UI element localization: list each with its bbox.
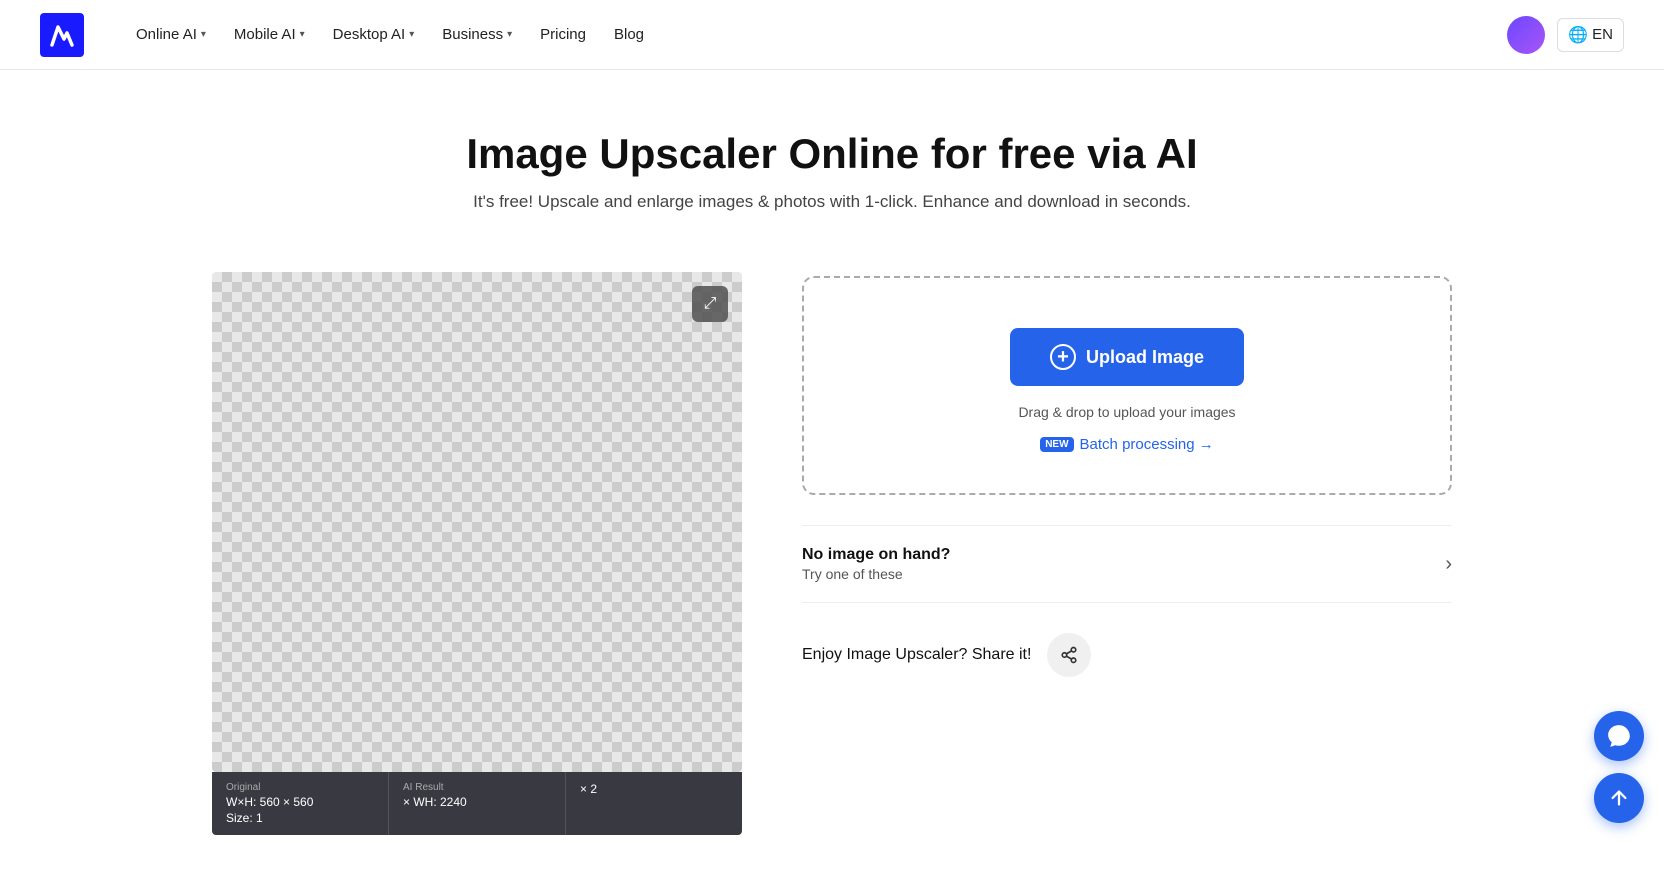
try-samples-section[interactable]: No image on hand? Try one of these › [802,525,1452,603]
image-info-bar: Original W×H: 560 × 560 Size: 1 AI Resul… [212,772,742,835]
chat-fab-button[interactable] [1594,711,1644,761]
chevron-down-icon: ▾ [409,29,414,40]
try-text: No image on hand? Try one of these [802,546,950,582]
page-title: Image Upscaler Online for free via AI [20,130,1644,178]
plus-circle-icon: + [1050,344,1076,370]
original-wh: W×H: 560 × 560 [226,795,374,809]
hero-subtitle: It's free! Upscale and enlarge images & … [20,192,1644,212]
logo-icon [40,13,84,57]
hero-section: Image Upscaler Online for free via AI It… [0,70,1664,252]
navigation: Online AI ▾ Mobile AI ▾ Desktop AI ▾ Bus… [0,0,1664,70]
chevron-down-icon: ▾ [507,29,512,40]
nav-business[interactable]: Business ▾ [430,18,524,51]
info-original: Original W×H: 560 × 560 Size: 1 [212,772,389,835]
upload-arrow-icon [1608,787,1630,809]
drag-drop-text: Drag & drop to upload your images [834,404,1420,420]
expand-button[interactable]: ⤢ [692,286,728,322]
original-label: Original [226,782,374,793]
image-preview-container: ⤢ Original W×H: 560 × 560 Size: 1 AI Res… [212,272,742,835]
nav-pricing[interactable]: Pricing [528,18,598,51]
upload-dropzone[interactable]: + Upload Image Drag & drop to upload you… [802,276,1452,495]
share-text: Enjoy Image Upscaler? Share it! [802,646,1031,664]
original-size: Size: 1 [226,811,374,825]
share-icon [1060,646,1078,664]
nav-online-ai[interactable]: Online AI ▾ [124,18,218,51]
batch-processing-link[interactable]: NEW Batch processing → [1040,436,1214,453]
info-scale: × 2 [566,772,742,835]
checker-background [212,272,742,772]
share-section: Enjoy Image Upscaler? Share it! [802,633,1452,677]
main-content: ⤢ Original W×H: 560 × 560 Size: 1 AI Res… [132,252,1532,895]
try-subtitle: Try one of these [802,566,950,582]
image-preview: ⤢ [212,272,742,772]
nav-links: Online AI ▾ Mobile AI ▾ Desktop AI ▾ Bus… [124,18,1507,51]
nav-mobile-ai[interactable]: Mobile AI ▾ [222,18,317,51]
chevron-down-icon: ▾ [201,29,206,40]
chevron-right-icon: › [1445,553,1452,576]
ai-label: AI Result [403,782,551,793]
language-selector[interactable]: 🌐 EN [1557,18,1624,52]
upload-panel: + Upload Image Drag & drop to upload you… [802,272,1452,677]
nav-blog[interactable]: Blog [602,18,656,51]
nav-desktop-ai[interactable]: Desktop AI ▾ [321,18,427,51]
globe-icon: 🌐 [1568,25,1588,45]
new-badge: NEW [1040,437,1073,452]
share-button[interactable] [1047,633,1091,677]
logo[interactable] [40,13,84,57]
ai-wh: × WH: 2240 [403,795,551,809]
try-title: No image on hand? [802,546,950,564]
upload-image-button[interactable]: + Upload Image [1010,328,1244,386]
chevron-down-icon: ▾ [300,29,305,40]
nav-right: 🌐 EN [1507,16,1624,54]
chat-icon [1606,723,1632,749]
expand-icon: ⤢ [704,295,717,313]
scale-label: × 2 [580,782,728,796]
info-ai-result: AI Result × WH: 2240 [389,772,566,835]
upload-fab-button[interactable] [1594,773,1644,823]
user-avatar[interactable] [1507,16,1545,54]
